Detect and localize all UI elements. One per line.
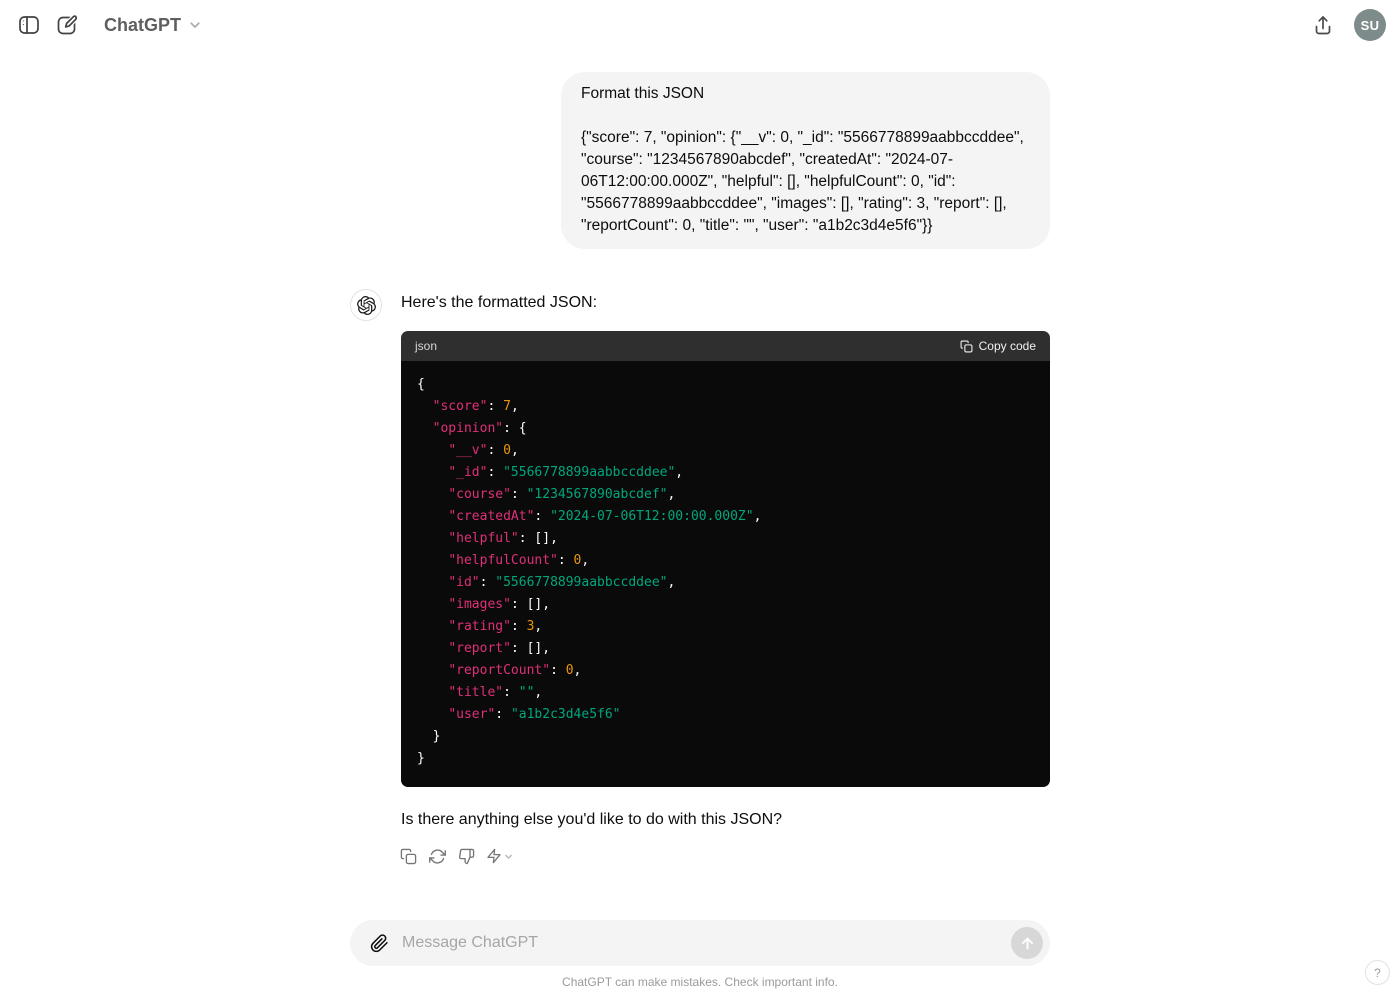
assistant-avatar — [350, 289, 382, 321]
help-label: ? — [1374, 965, 1381, 980]
code-language-label: json — [415, 339, 438, 353]
regenerate-button[interactable] — [423, 841, 452, 871]
app-header: ChatGPT SU — [0, 0, 1400, 50]
zap-icon — [486, 848, 502, 864]
assistant-message-content: Here's the formatted JSON: json Copy cod… — [400, 287, 1050, 871]
chevron-down-icon — [188, 18, 202, 32]
copy-code-label: Copy code — [978, 339, 1036, 353]
new-chat-icon — [56, 14, 78, 36]
new-chat-button[interactable] — [48, 6, 86, 44]
share-icon — [1312, 14, 1334, 36]
thumbs-down-icon — [458, 848, 475, 865]
message-action-row — [394, 841, 1050, 871]
user-message-bubble: Format this JSON {"score": 7, "opinion":… — [561, 72, 1050, 249]
user-avatar[interactable]: SU — [1354, 9, 1386, 41]
model-switcher[interactable]: ChatGPT — [96, 9, 210, 42]
paperclip-icon — [370, 933, 389, 953]
user-message-line2: {"score": 7, "opinion": {"__v": 0, "_id"… — [581, 129, 1024, 234]
assistant-intro-text: Here's the formatted JSON: — [401, 294, 598, 311]
copy-icon — [960, 340, 973, 353]
share-button[interactable] — [1304, 6, 1342, 44]
sidebar-toggle-button[interactable] — [10, 6, 48, 44]
copy-icon — [400, 848, 417, 865]
composer-area: ChatGPT can make mistakes. Check importa… — [0, 920, 1400, 996]
user-message-line1: Format this JSON — [581, 85, 705, 102]
attach-file-button[interactable] — [364, 928, 394, 958]
thumbs-down-button[interactable] — [452, 841, 481, 871]
arrow-up-icon — [1019, 935, 1036, 952]
message-input[interactable] — [394, 920, 1011, 966]
disclaimer-text: ChatGPT can make mistakes. Check importa… — [562, 975, 838, 989]
app-title: ChatGPT — [104, 14, 182, 35]
assistant-outro-text: Is there anything else you'd like to do … — [401, 811, 783, 828]
conversation-thread: Format this JSON {"score": 7, "opinion":… — [350, 72, 1050, 871]
chevron-down-icon — [503, 851, 514, 862]
openai-logo-icon — [356, 295, 376, 315]
assistant-message-row: Here's the formatted JSON: json Copy cod… — [350, 287, 1050, 871]
regenerate-icon — [429, 848, 446, 865]
code-block: json Copy code { "score": 7, "opinion": … — [401, 331, 1050, 787]
code-block-header: json Copy code — [401, 331, 1050, 361]
switch-model-button[interactable] — [481, 841, 519, 871]
help-button[interactable]: ? — [1365, 960, 1390, 985]
code-content: { "score": 7, "opinion": { "__v": 0, "_i… — [401, 361, 1050, 787]
composer — [350, 920, 1050, 966]
header-right: SU — [1304, 6, 1386, 44]
header-left: ChatGPT — [10, 6, 210, 44]
sidebar-toggle-icon — [18, 14, 40, 36]
copy-response-button[interactable] — [394, 841, 423, 871]
copy-code-button[interactable]: Copy code — [960, 339, 1036, 353]
user-message-row: Format this JSON {"score": 7, "opinion":… — [350, 72, 1050, 249]
send-button[interactable] — [1011, 927, 1043, 959]
user-avatar-initials: SU — [1360, 17, 1380, 33]
